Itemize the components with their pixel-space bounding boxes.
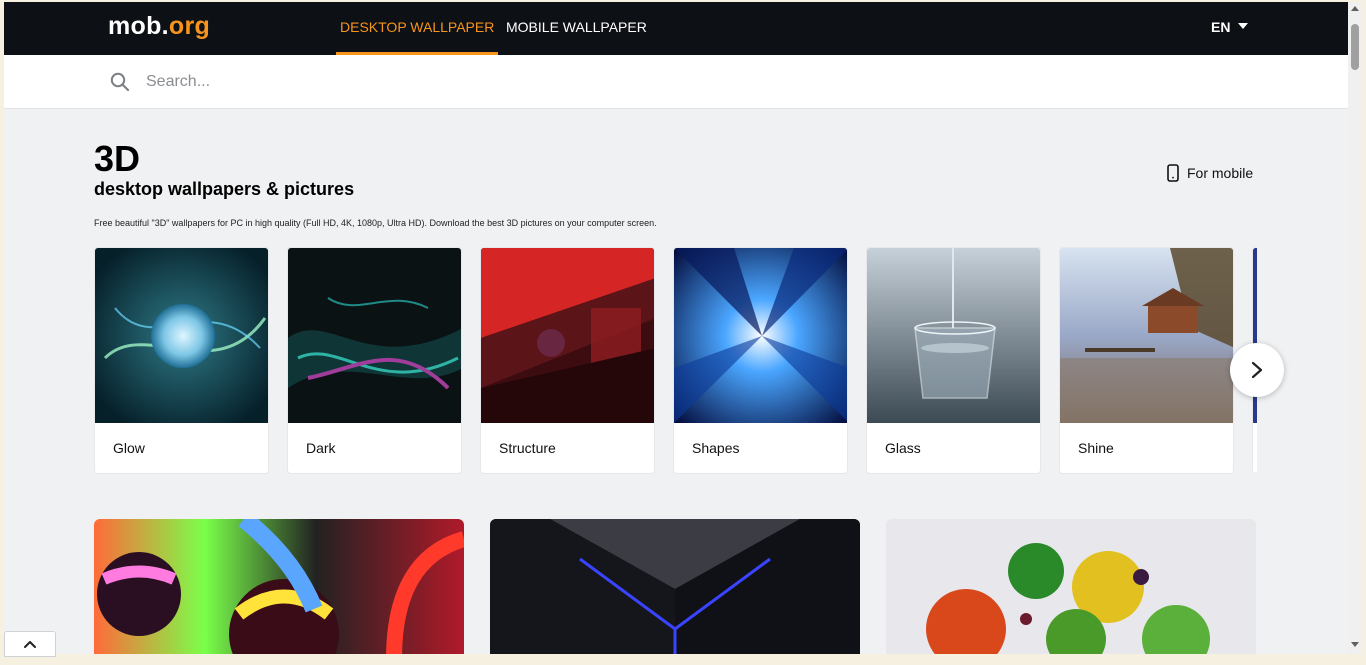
- wallpaper-thumbnail-glass-fruits[interactable]: [886, 519, 1256, 654]
- category-card-glass[interactable]: Glass: [866, 247, 1041, 474]
- tab-desktop-wallpaper-label: DESKTOP WALLPAPER: [340, 19, 495, 35]
- carousel-next-button[interactable]: [1230, 343, 1284, 397]
- for-mobile-link[interactable]: For mobile: [1167, 164, 1253, 182]
- wallpaper-image-glass-fruits: [886, 519, 1256, 654]
- logo-text-dot: .: [161, 12, 169, 40]
- for-mobile-label: For mobile: [1187, 165, 1254, 181]
- category-label: Glow: [113, 440, 145, 456]
- category-card-structure[interactable]: Structure: [480, 247, 655, 474]
- top-navigation-bar: mob.org DESKTOP WALLPAPER MOBILE WALLPAP…: [4, 2, 1348, 55]
- caret-down-icon: [1238, 22, 1249, 29]
- scrollbar-thumb[interactable]: [1351, 24, 1359, 70]
- category-card-dark[interactable]: Dark: [287, 247, 462, 474]
- page-title: 3D: [94, 138, 141, 179]
- tab-desktop-wallpaper[interactable]: DESKTOP WALLPAPER: [336, 2, 499, 55]
- category-thumbnail-shapes: [674, 248, 847, 423]
- category-label: Dark: [306, 440, 336, 456]
- category-card-shapes[interactable]: Shapes: [673, 247, 848, 474]
- category-carousel: Glow Dark Structure Shapes Glass Shine: [94, 247, 1257, 474]
- wallpaper-thumbnail-spheres[interactable]: [94, 519, 464, 654]
- page-subtitle: desktop wallpapers & pictures: [94, 179, 355, 199]
- chevron-right-icon: [1251, 361, 1263, 379]
- wallpaper-thumbnail-dark-structure[interactable]: [490, 519, 860, 654]
- language-label: EN: [1211, 19, 1231, 35]
- category-label: Glass: [885, 440, 921, 456]
- tab-mobile-wallpaper-label: MOBILE WALLPAPER: [506, 19, 647, 35]
- category-thumbnail-glow: [95, 248, 268, 423]
- category-label: Structure: [499, 440, 556, 456]
- category-thumbnail-shine: [1060, 248, 1233, 423]
- logo-text-main: mob: [108, 12, 162, 40]
- wallpaper-image-dark-structure: [490, 519, 860, 654]
- category-card-shine[interactable]: Shine: [1059, 247, 1234, 474]
- page-viewport: mob.org DESKTOP WALLPAPER MOBILE WALLPAP…: [4, 2, 1348, 654]
- search-input[interactable]: [146, 69, 746, 95]
- scroll-up-arrow-icon[interactable]: [1351, 6, 1359, 11]
- search-bar: [4, 55, 1348, 109]
- page-description: Free beautiful "3D" wallpapers for PC in…: [94, 218, 657, 228]
- language-selector[interactable]: EN: [1211, 19, 1249, 35]
- search-icon[interactable]: [110, 72, 130, 92]
- chevron-up-icon: [24, 641, 36, 648]
- category-label: Shine: [1078, 440, 1114, 456]
- category-label: Shapes: [692, 440, 740, 456]
- wallpaper-image-spheres: [94, 519, 464, 654]
- category-thumbnail-glass: [867, 248, 1040, 423]
- category-thumbnail-structure: [481, 248, 654, 423]
- category-card-glow[interactable]: Glow: [94, 247, 269, 474]
- logo-text-suffix: org: [168, 12, 211, 40]
- tab-mobile-wallpaper[interactable]: MOBILE WALLPAPER: [502, 2, 651, 55]
- phone-icon: [1167, 164, 1179, 182]
- category-thumbnail-dark: [288, 248, 461, 423]
- site-logo[interactable]: mob.org: [108, 12, 210, 41]
- scroll-down-arrow-icon[interactable]: [1351, 642, 1359, 647]
- back-to-top-button[interactable]: [4, 631, 56, 657]
- vertical-scrollbar[interactable]: [1348, 2, 1362, 654]
